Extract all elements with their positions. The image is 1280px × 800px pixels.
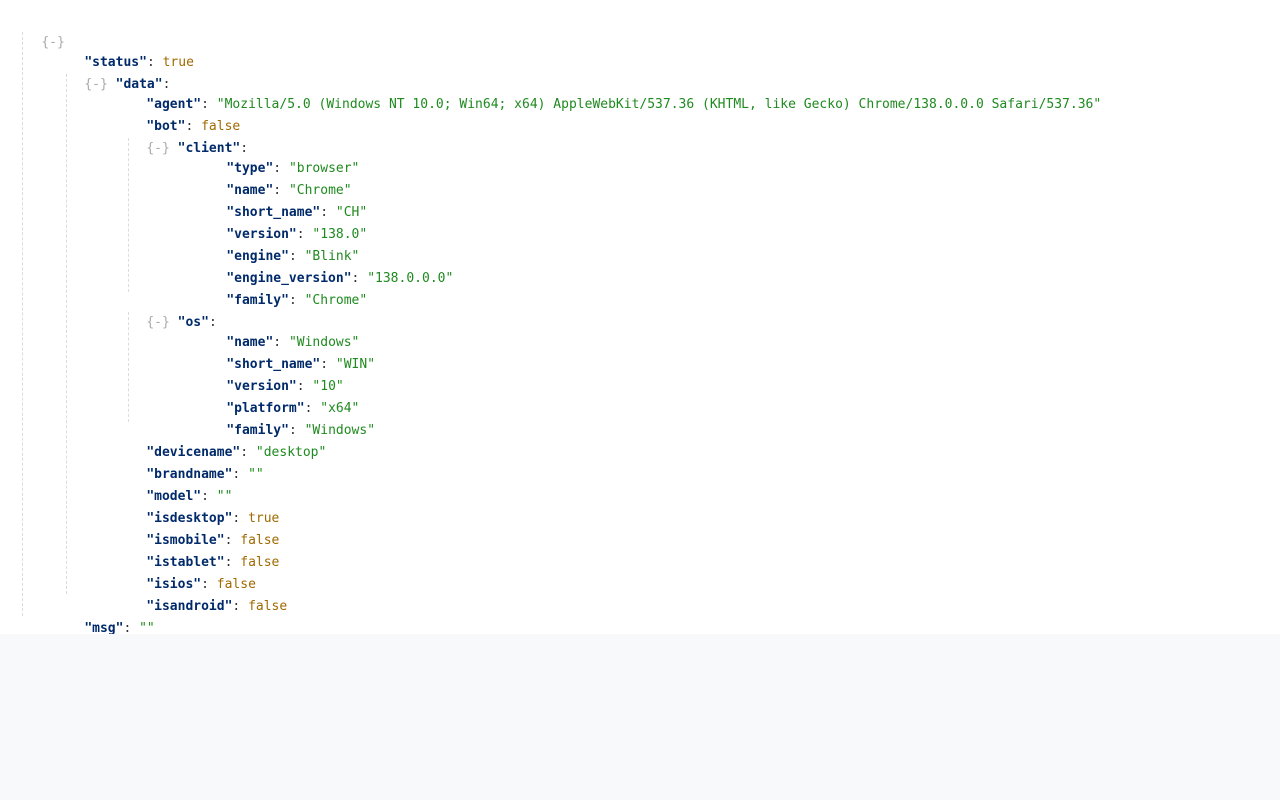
- json-row-os-name: "name": "Windows": [195, 310, 359, 350]
- indent-guide-data: [66, 74, 67, 594]
- json-row-os: {-} "os":: [115, 290, 216, 330]
- json-viewer: {-} "status": true {-} "data": "agent": …: [0, 0, 1280, 636]
- collapse-toggle-os[interactable]: {-}: [146, 315, 169, 330]
- json-root: {-}: [10, 10, 64, 50]
- json-colon: :: [232, 599, 249, 614]
- json-row-os-short-name: "short_name": "WIN": [195, 332, 375, 372]
- json-value: "": [248, 467, 264, 482]
- json-row-model: "model": "": [115, 464, 232, 504]
- json-row-client-engine-version: "engine_version": "138.0.0.0": [195, 246, 453, 286]
- page-background: [0, 634, 1280, 800]
- json-row-devicename: "devicename": "desktop": [115, 420, 326, 460]
- json-row-os-platform: "platform": "x64": [195, 376, 359, 416]
- json-row-bot: "bot": false: [115, 94, 240, 134]
- json-row-isdesktop: "isdesktop": true: [115, 486, 279, 526]
- collapse-toggle-client[interactable]: {-}: [146, 141, 169, 156]
- json-row-agent: "agent": "Mozilla/5.0 (Windows NT 10.0; …: [115, 72, 1101, 112]
- json-row-ismobile: "ismobile": false: [115, 508, 279, 548]
- json-key: "isandroid": [146, 599, 233, 614]
- json-row-client-version: "version": "138.0": [195, 202, 367, 242]
- json-value: "Chrome": [304, 293, 368, 308]
- json-row-istablet: "istablet": false: [115, 530, 279, 570]
- json-row-os-family: "family": "Windows": [195, 398, 375, 438]
- json-row-msg: "msg": "": [53, 596, 154, 636]
- json-row-client: {-} "client":: [115, 116, 248, 156]
- json-row-client-name: "name": "Chrome": [195, 158, 351, 198]
- json-key: "family": [226, 293, 289, 308]
- json-colon: :: [288, 293, 305, 308]
- json-row-data: {-} "data":: [53, 52, 170, 92]
- json-value: "138.0.0.0": [367, 271, 454, 286]
- json-row-status: "status": true: [53, 30, 194, 70]
- json-row-isandroid: "isandroid": false: [115, 574, 287, 614]
- json-colon: :: [232, 467, 249, 482]
- json-value: "desktop": [255, 445, 327, 460]
- json-row-client-family: "family": "Chrome": [195, 268, 367, 308]
- json-row-client-short-name: "short_name": "CH": [195, 180, 367, 220]
- json-row-os-version: "version": "10": [195, 354, 343, 394]
- json-value: false: [248, 599, 288, 614]
- json-row-client-engine: "engine": "Blink": [195, 224, 359, 264]
- indent-guide-root: [22, 32, 23, 616]
- json-row-isios: "isios": false: [115, 552, 256, 592]
- collapse-toggle-data[interactable]: {-}: [84, 77, 107, 92]
- json-row-client-type: "type": "browser": [195, 136, 359, 176]
- json-value: "Mozilla/5.0 (Windows NT 10.0; Win64; x6…: [216, 97, 1102, 112]
- json-row-brandname: "brandname": "": [115, 442, 263, 482]
